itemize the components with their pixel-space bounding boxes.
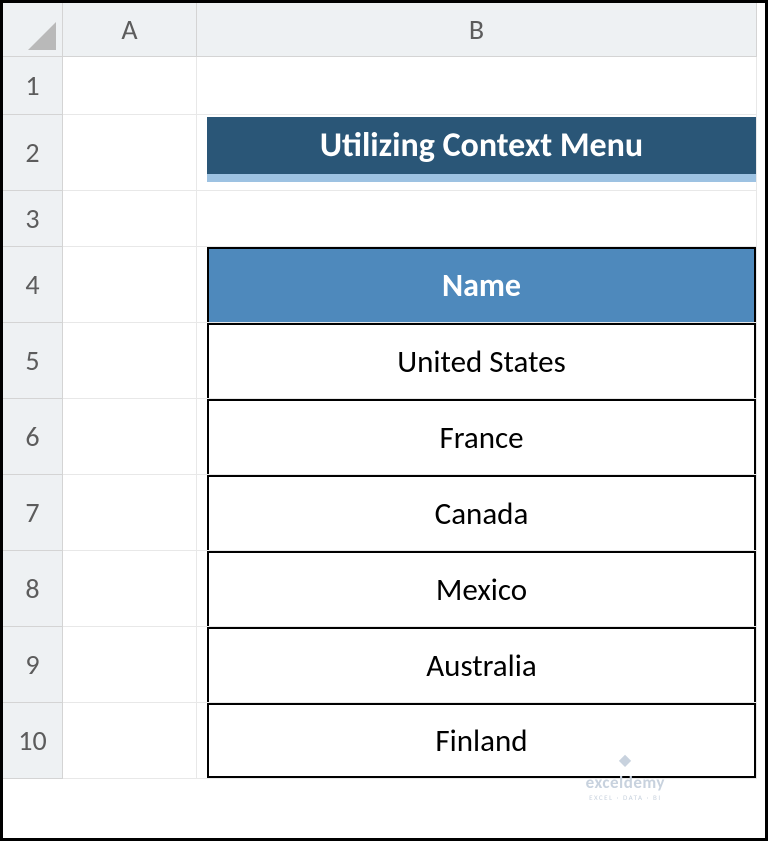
watermark: ◆ exceldemy EXCEL · DATA · BI xyxy=(586,750,665,802)
row-header-6[interactable]: 6 xyxy=(3,399,63,475)
row-header-10[interactable]: 10 xyxy=(3,703,63,779)
select-all-corner[interactable] xyxy=(3,3,63,57)
cell-B4[interactable]: Name xyxy=(197,247,757,323)
cell-B10[interactable]: Finland xyxy=(197,703,757,779)
cell-A2[interactable] xyxy=(63,115,197,191)
row-header-2[interactable]: 2 xyxy=(3,115,63,191)
cell-B1[interactable] xyxy=(197,57,757,115)
row-header-8[interactable]: 8 xyxy=(3,551,63,627)
cell-A4[interactable] xyxy=(63,247,197,323)
row-header-4[interactable]: 4 xyxy=(3,247,63,323)
table-row: United States xyxy=(207,323,756,398)
table-row: Mexico xyxy=(207,551,756,626)
cell-A3[interactable] xyxy=(63,191,197,247)
cell-A5[interactable] xyxy=(63,323,197,399)
cell-B9[interactable]: Australia xyxy=(197,627,757,703)
row-header-7[interactable]: 7 xyxy=(3,475,63,551)
table-row: Canada xyxy=(207,475,756,550)
watermark-sub: EXCEL · DATA · BI xyxy=(586,793,665,802)
spreadsheet-frame: A B 1 2 Utilizing Context Menu 3 4 Name … xyxy=(0,0,768,841)
cell-A1[interactable] xyxy=(63,57,197,115)
cell-A8[interactable] xyxy=(63,551,197,627)
cell-A6[interactable] xyxy=(63,399,197,475)
table-row: Finland xyxy=(207,703,756,778)
column-header-B[interactable]: B xyxy=(197,3,757,57)
row-header-5[interactable]: 5 xyxy=(3,323,63,399)
cell-B5[interactable]: United States xyxy=(197,323,757,399)
watermark-icon: ◆ xyxy=(586,750,665,770)
table-row: France xyxy=(207,399,756,474)
cell-B7[interactable]: Canada xyxy=(197,475,757,551)
cell-A9[interactable] xyxy=(63,627,197,703)
table-header: Name xyxy=(207,247,756,322)
cell-B2[interactable]: Utilizing Context Menu xyxy=(197,115,757,191)
cell-B8[interactable]: Mexico xyxy=(197,551,757,627)
cell-A10[interactable] xyxy=(63,703,197,779)
row-header-9[interactable]: 9 xyxy=(3,627,63,703)
watermark-name: exceldemy xyxy=(586,772,665,793)
spreadsheet-grid: A B 1 2 Utilizing Context Menu 3 4 Name … xyxy=(3,3,765,779)
cell-B3[interactable] xyxy=(197,191,757,247)
cell-A7[interactable] xyxy=(63,475,197,551)
row-header-1[interactable]: 1 xyxy=(3,57,63,115)
column-header-A[interactable]: A xyxy=(63,3,197,57)
title-banner: Utilizing Context Menu xyxy=(207,117,756,182)
table-row: Australia xyxy=(207,627,756,702)
row-header-3[interactable]: 3 xyxy=(3,191,63,247)
cell-B6[interactable]: France xyxy=(197,399,757,475)
